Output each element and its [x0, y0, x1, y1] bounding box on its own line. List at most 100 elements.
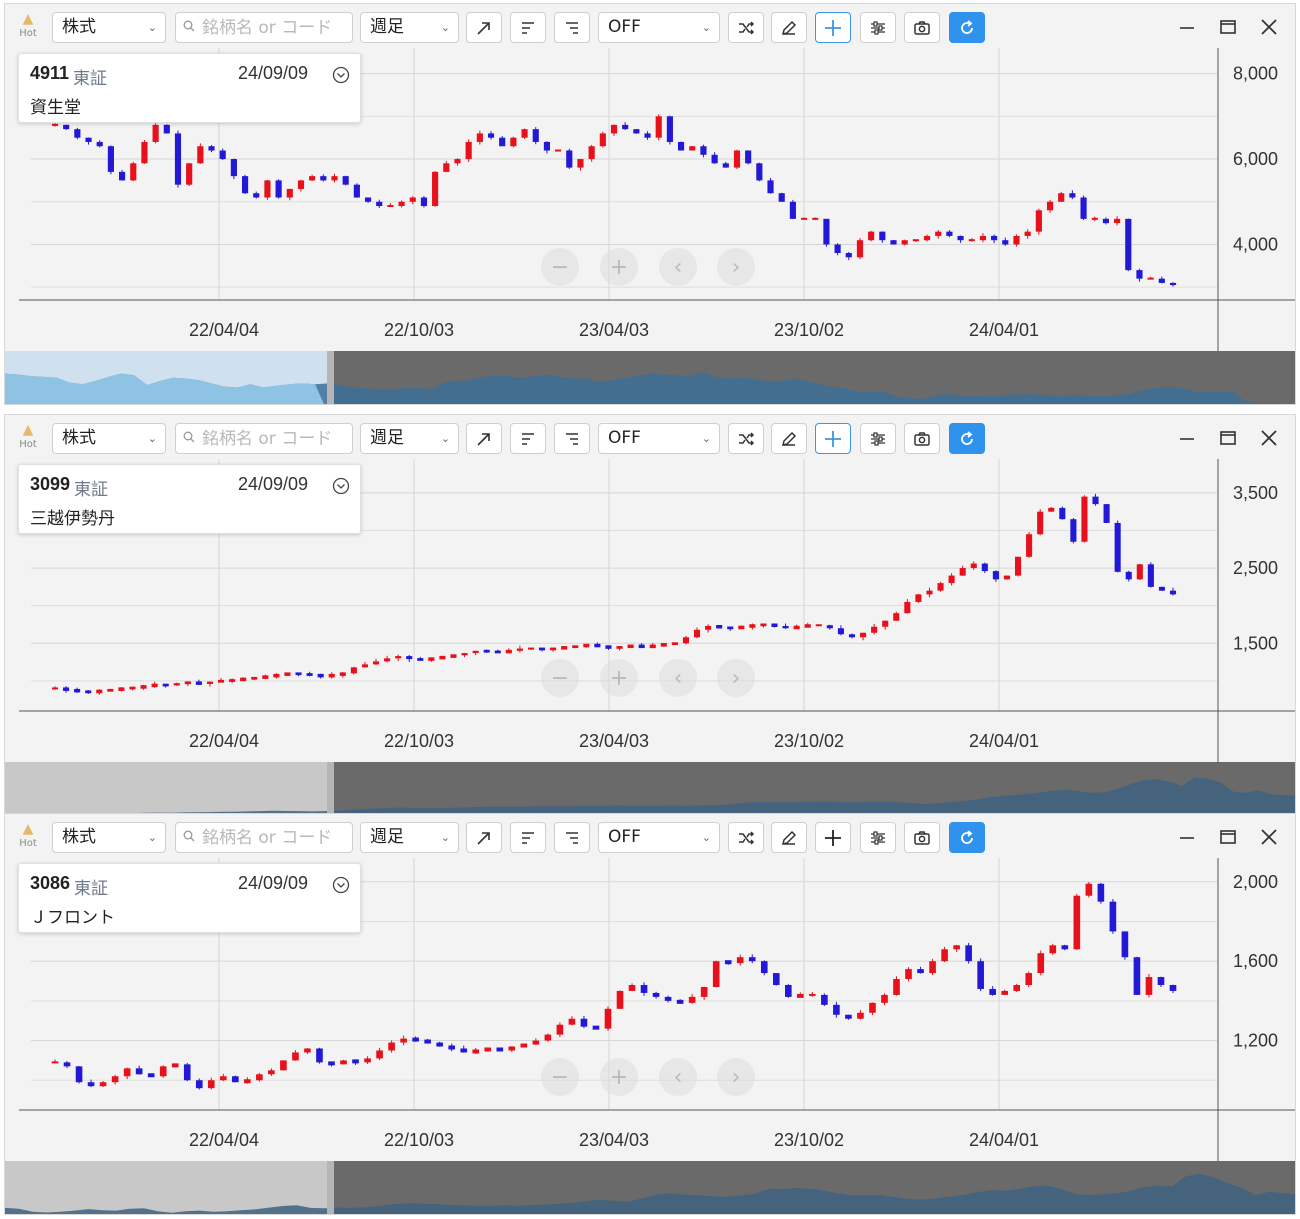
price-chart[interactable]: 1,500 2,500 3,500 22/04/04 22/10/03 23/04/03 2… — [5, 459, 1295, 762]
candle-body — [917, 969, 924, 974]
close-icon — [1261, 19, 1277, 35]
align-left-button[interactable] — [510, 423, 546, 454]
search-box[interactable] — [175, 423, 353, 454]
align-right-button[interactable] — [554, 423, 590, 454]
trend-line-button[interactable] — [466, 423, 502, 454]
scroll-right-button[interactable]: › — [717, 248, 755, 286]
refresh-button[interactable] — [949, 12, 985, 43]
category-dropdown[interactable]: 株式 ⌄ — [52, 822, 166, 853]
align-right-button[interactable] — [554, 822, 590, 853]
stock-name: Ｊフロント — [30, 908, 115, 928]
candle-body — [173, 683, 180, 686]
settings-button[interactable] — [860, 12, 896, 43]
candle-body — [1025, 973, 1033, 985]
price-chart[interactable]: 4,000 6,000 8,000 22/04/04 22/10/03 23/04/03 2… — [5, 48, 1295, 351]
candle-body — [352, 1059, 359, 1064]
indicator-dropdown[interactable]: OFF ⌄ — [598, 423, 720, 454]
navigator-area-chart[interactable] — [5, 1161, 1296, 1215]
close-button[interactable] — [1254, 14, 1284, 40]
minimize-button[interactable] — [1172, 824, 1202, 850]
search-box[interactable] — [175, 822, 353, 853]
candle-body — [487, 133, 495, 138]
search-input[interactable] — [202, 16, 348, 40]
range-navigator[interactable] — [5, 762, 1296, 816]
period-dropdown[interactable]: 週足 ⌄ — [360, 423, 459, 454]
candle-body — [655, 116, 662, 138]
navigator-area-chart[interactable] — [5, 351, 1296, 405]
settings-button[interactable] — [860, 822, 896, 853]
refresh-button[interactable] — [949, 423, 985, 454]
crosshair-button[interactable] — [815, 12, 851, 43]
zoom-in-button[interactable]: + — [600, 659, 638, 697]
align-right-button[interactable] — [554, 12, 590, 43]
shuffle-button[interactable] — [728, 423, 764, 454]
hot-button[interactable]: ▲ Hot — [15, 820, 41, 854]
close-button[interactable] — [1254, 425, 1284, 451]
expand-circle-icon[interactable] — [332, 477, 350, 495]
zoom-out-button[interactable]: − — [541, 248, 579, 286]
zoom-in-button[interactable]: + — [600, 248, 638, 286]
maximize-button[interactable] — [1213, 824, 1243, 850]
navigator-handle[interactable] — [327, 351, 334, 405]
shuffle-button[interactable] — [728, 822, 764, 853]
indicator-dropdown[interactable]: OFF ⌄ — [598, 12, 720, 43]
draw-button[interactable] — [771, 822, 807, 853]
minimize-button[interactable] — [1172, 425, 1202, 451]
settings-button[interactable] — [860, 423, 896, 454]
zoom-out-button[interactable]: − — [541, 659, 579, 697]
candle-body — [1147, 277, 1154, 280]
trend-line-button[interactable] — [466, 12, 502, 43]
trend-line-button[interactable] — [466, 822, 502, 853]
hot-button[interactable]: ▲ Hot — [15, 10, 41, 44]
camera-icon — [914, 20, 930, 35]
search-input[interactable] — [202, 826, 348, 850]
range-navigator[interactable] — [5, 1161, 1296, 1215]
range-navigator[interactable] — [5, 351, 1296, 405]
indicator-dropdown[interactable]: OFF ⌄ — [598, 822, 720, 853]
period-dropdown[interactable]: 週足 ⌄ — [360, 822, 459, 853]
refresh-button[interactable] — [949, 822, 985, 853]
navigator-area-chart[interactable] — [5, 762, 1296, 816]
scroll-right-button[interactable]: › — [717, 1058, 755, 1096]
search-box[interactable] — [175, 12, 353, 43]
screenshot-button[interactable] — [904, 12, 940, 43]
scroll-left-button[interactable]: ‹ — [659, 659, 697, 697]
expand-circle-icon[interactable] — [332, 876, 350, 894]
align-left-icon — [522, 21, 534, 34]
expand-circle-icon[interactable] — [332, 66, 350, 84]
navigator-handle[interactable] — [327, 1161, 334, 1215]
maximize-button[interactable] — [1213, 425, 1243, 451]
scroll-left-button[interactable]: ‹ — [659, 248, 697, 286]
maximize-icon — [1220, 431, 1236, 445]
category-dropdown[interactable]: 株式 ⌄ — [52, 423, 166, 454]
align-left-button[interactable] — [510, 12, 546, 43]
draw-button[interactable] — [771, 423, 807, 454]
navigator-handle[interactable] — [327, 762, 334, 816]
align-left-button[interactable] — [510, 822, 546, 853]
scroll-left-button[interactable]: ‹ — [659, 1058, 697, 1096]
category-dropdown[interactable]: 株式 ⌄ — [52, 12, 166, 43]
candle-body — [499, 137, 506, 147]
candle-body — [508, 1046, 516, 1051]
zoom-out-button[interactable]: − — [541, 1058, 579, 1096]
price-chart[interactable]: 1,200 1,600 2,000 22/04/04 22/10/03 23/04/03 2… — [5, 858, 1295, 1161]
scroll-right-button[interactable]: › — [717, 659, 755, 697]
zoom-in-button[interactable]: + — [600, 1058, 638, 1096]
period-dropdown[interactable]: 週足 ⌄ — [360, 12, 459, 43]
crosshair-icon — [825, 19, 841, 36]
hot-button[interactable]: ▲ Hot — [15, 421, 41, 455]
screenshot-button[interactable] — [904, 822, 940, 853]
draw-button[interactable] — [771, 12, 807, 43]
close-button[interactable] — [1254, 824, 1284, 850]
candle-body — [461, 653, 468, 656]
crosshair-button[interactable] — [815, 423, 851, 454]
shuffle-button[interactable] — [728, 12, 764, 43]
search-input[interactable] — [202, 427, 348, 451]
minimize-button[interactable] — [1172, 14, 1202, 40]
maximize-button[interactable] — [1213, 14, 1243, 40]
x-tick-label: 24/04/01 — [969, 1130, 1039, 1150]
candle-body — [96, 689, 103, 694]
x-tick-label: 22/10/03 — [384, 731, 454, 751]
crosshair-button[interactable] — [815, 822, 851, 853]
screenshot-button[interactable] — [904, 423, 940, 454]
